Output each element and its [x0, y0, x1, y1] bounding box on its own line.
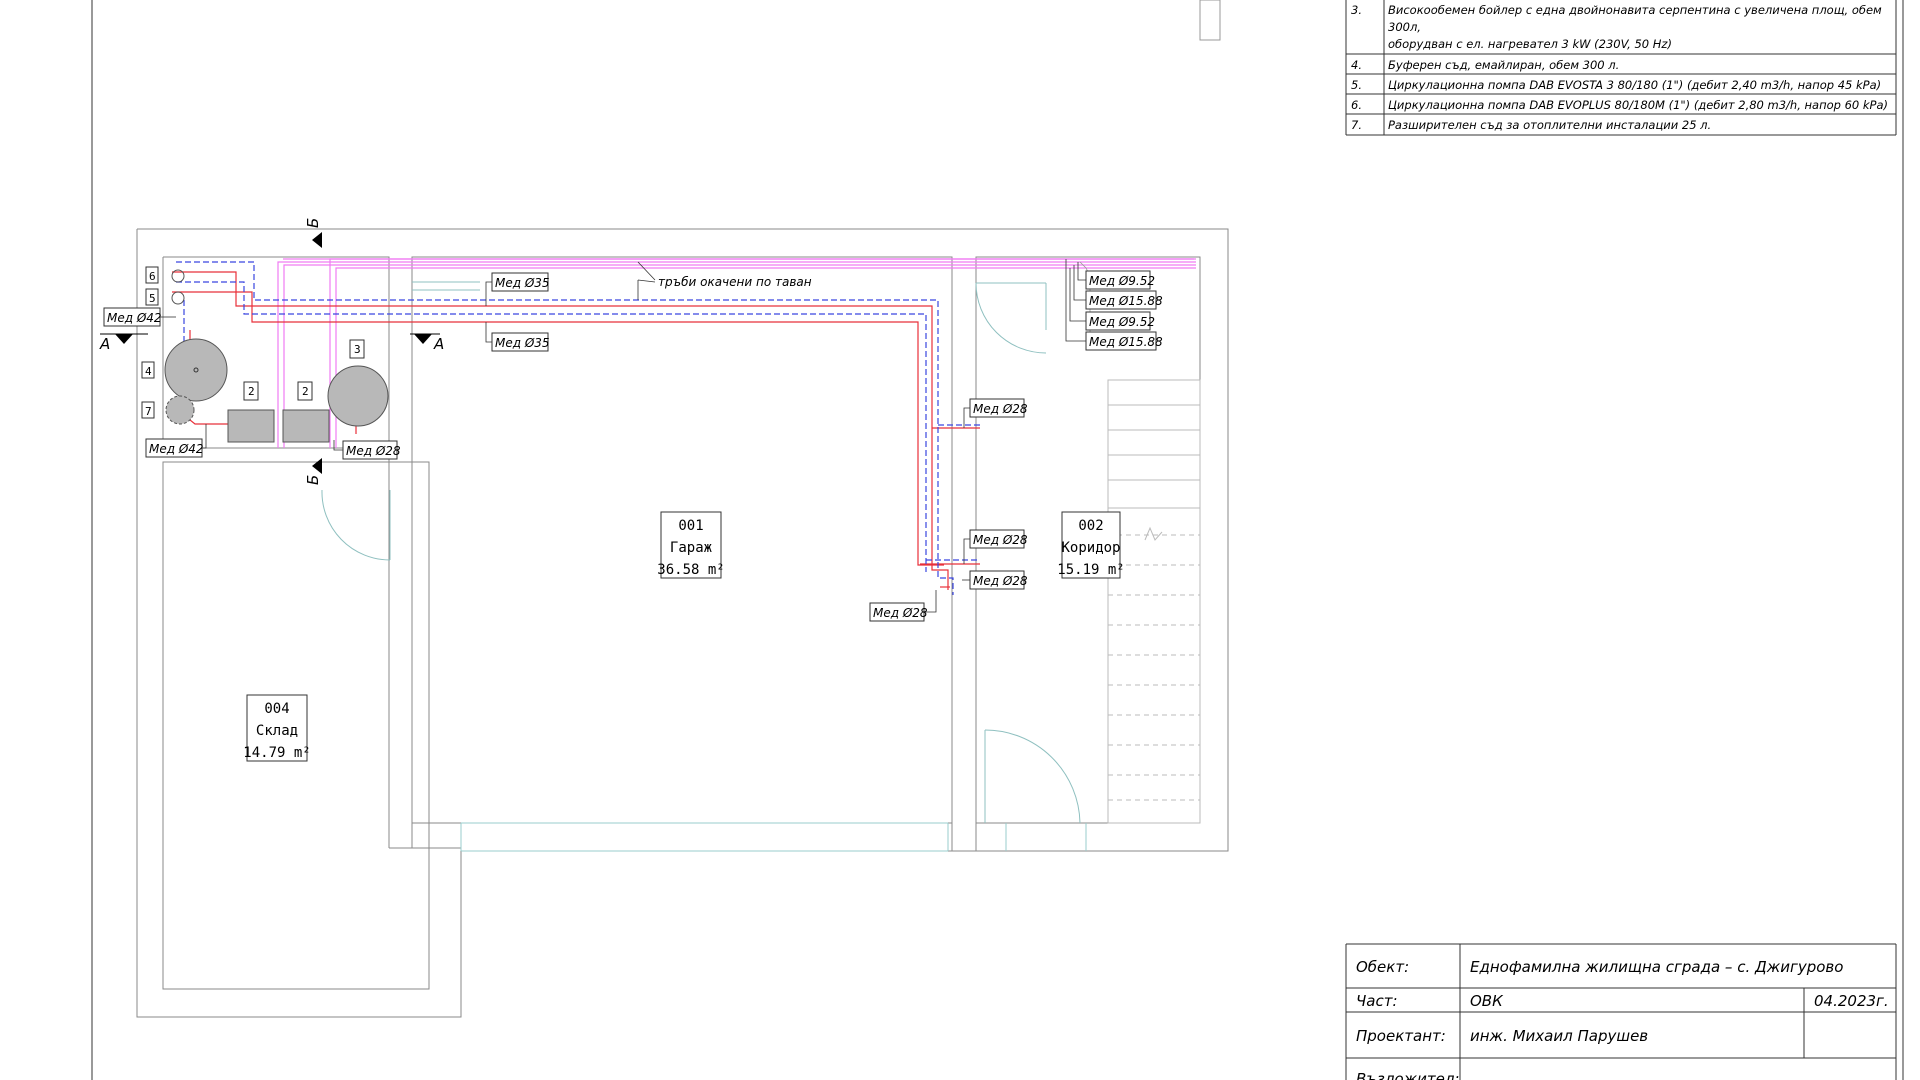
room-001-name: Гараж	[670, 540, 713, 556]
room-001-number: 001	[678, 518, 703, 534]
room-001-area: 36.58 m²	[657, 562, 724, 578]
tag-5: 5	[149, 292, 156, 305]
label-pipe-952b: Мед Ø9.52	[1089, 315, 1155, 329]
label-pipe-28a: Мед Ø28	[973, 402, 1028, 416]
label-pipe-1588a: Мед Ø15.88	[1089, 294, 1163, 308]
room-004-area: 14.79 m²	[243, 745, 310, 761]
title-designer-value: инж. Михаил Парушев	[1470, 1027, 1648, 1045]
section-b-top: Б	[304, 218, 322, 228]
label-pipe-42a: Мед Ø42	[107, 311, 162, 325]
legend-row-3-line-3: оборудван с ел. нагревател 3 kW (230V, 5…	[1388, 37, 1672, 51]
title-part-value: ОВК	[1470, 992, 1504, 1010]
heat-pump-unit-2	[282, 409, 330, 443]
tag-3: 3	[354, 343, 361, 356]
buffer-tank	[164, 338, 228, 402]
upper-detail-fragment	[1199, 0, 1221, 41]
building-walls	[136, 228, 1229, 1018]
title-next-label: Възложител:	[1356, 1070, 1460, 1080]
title-part-label: Част:	[1356, 992, 1398, 1010]
hvac-floor-plan: 6 5 4 7 2 2 3 А А Б Б Мед Ø35 Мед Ø35 Ме…	[91, 0, 1904, 1080]
tag-7: 7	[145, 405, 152, 418]
room-002-number: 002	[1078, 518, 1103, 534]
title-object-label: Обект:	[1356, 958, 1409, 976]
title-date: 04.2023г.	[1814, 992, 1889, 1010]
label-pipe-42b: Мед Ø42	[149, 442, 204, 456]
label-pipe-28d: Мед Ø28	[873, 606, 928, 620]
legend-row-7-number: 7.	[1351, 118, 1362, 132]
pump-5	[171, 291, 185, 305]
staircase	[1107, 379, 1201, 824]
label-pipe-952a: Мед Ø9.52	[1089, 274, 1155, 288]
legend-row-3-number: 3.	[1351, 3, 1362, 17]
label-pipe-35b: Мед Ø35	[495, 336, 550, 350]
legend-row-3-line-1: Високообемен бойлер с една двойнонавита …	[1388, 3, 1882, 17]
legend-row-4-number: 4.	[1351, 58, 1362, 72]
room-004-number: 004	[264, 701, 289, 717]
legend-row-4-text: Буферен съд, емайлиран, обем 300 л.	[1388, 58, 1619, 72]
section-b-bottom: Б	[304, 475, 322, 485]
pipe-label-frames	[103, 270, 1157, 622]
label-pipe-35a: Мед Ø35	[495, 276, 550, 290]
label-pipe-1588b: Мед Ø15.88	[1089, 335, 1163, 349]
tag-6: 6	[149, 270, 156, 283]
legend-row-6-text: Циркулационна помпа DAB EVOPLUS 80/180M …	[1388, 98, 1888, 112]
room-002-name: Коридор	[1061, 540, 1120, 556]
legend-row-5-text: Циркулационна помпа DAB EVOSTA 3 80/180 …	[1388, 78, 1881, 92]
expansion-vessel	[165, 395, 195, 425]
label-pipe-28e: Мед Ø28	[346, 444, 401, 458]
section-a-right: А	[433, 335, 444, 353]
room-004-name: Склад	[256, 723, 298, 739]
tag-4: 4	[145, 365, 152, 378]
tag-2a: 2	[248, 385, 255, 398]
legend-row-3-line-2: 300л,	[1388, 20, 1421, 34]
room-002-area: 15.19 m²	[1057, 562, 1124, 578]
legend-row-6-number: 6.	[1351, 98, 1362, 112]
heat-pump-unit-1	[227, 409, 275, 443]
title-object-value: Еднофамилна жилищна сграда – с. Джигуров…	[1470, 958, 1843, 976]
ceiling-note: тръби окачени по таван	[658, 275, 812, 289]
section-a-left: А	[99, 335, 110, 353]
boiler	[327, 365, 389, 427]
legend-row-5-number: 5.	[1351, 78, 1362, 92]
tag-2b: 2	[302, 385, 309, 398]
label-pipe-28b: Мед Ø28	[973, 533, 1028, 547]
legend-row-7-text: Разширителен съд за отоплителни инсталац…	[1388, 118, 1711, 132]
title-designer-label: Проектант:	[1356, 1027, 1446, 1045]
label-pipe-28c: Мед Ø28	[973, 574, 1028, 588]
